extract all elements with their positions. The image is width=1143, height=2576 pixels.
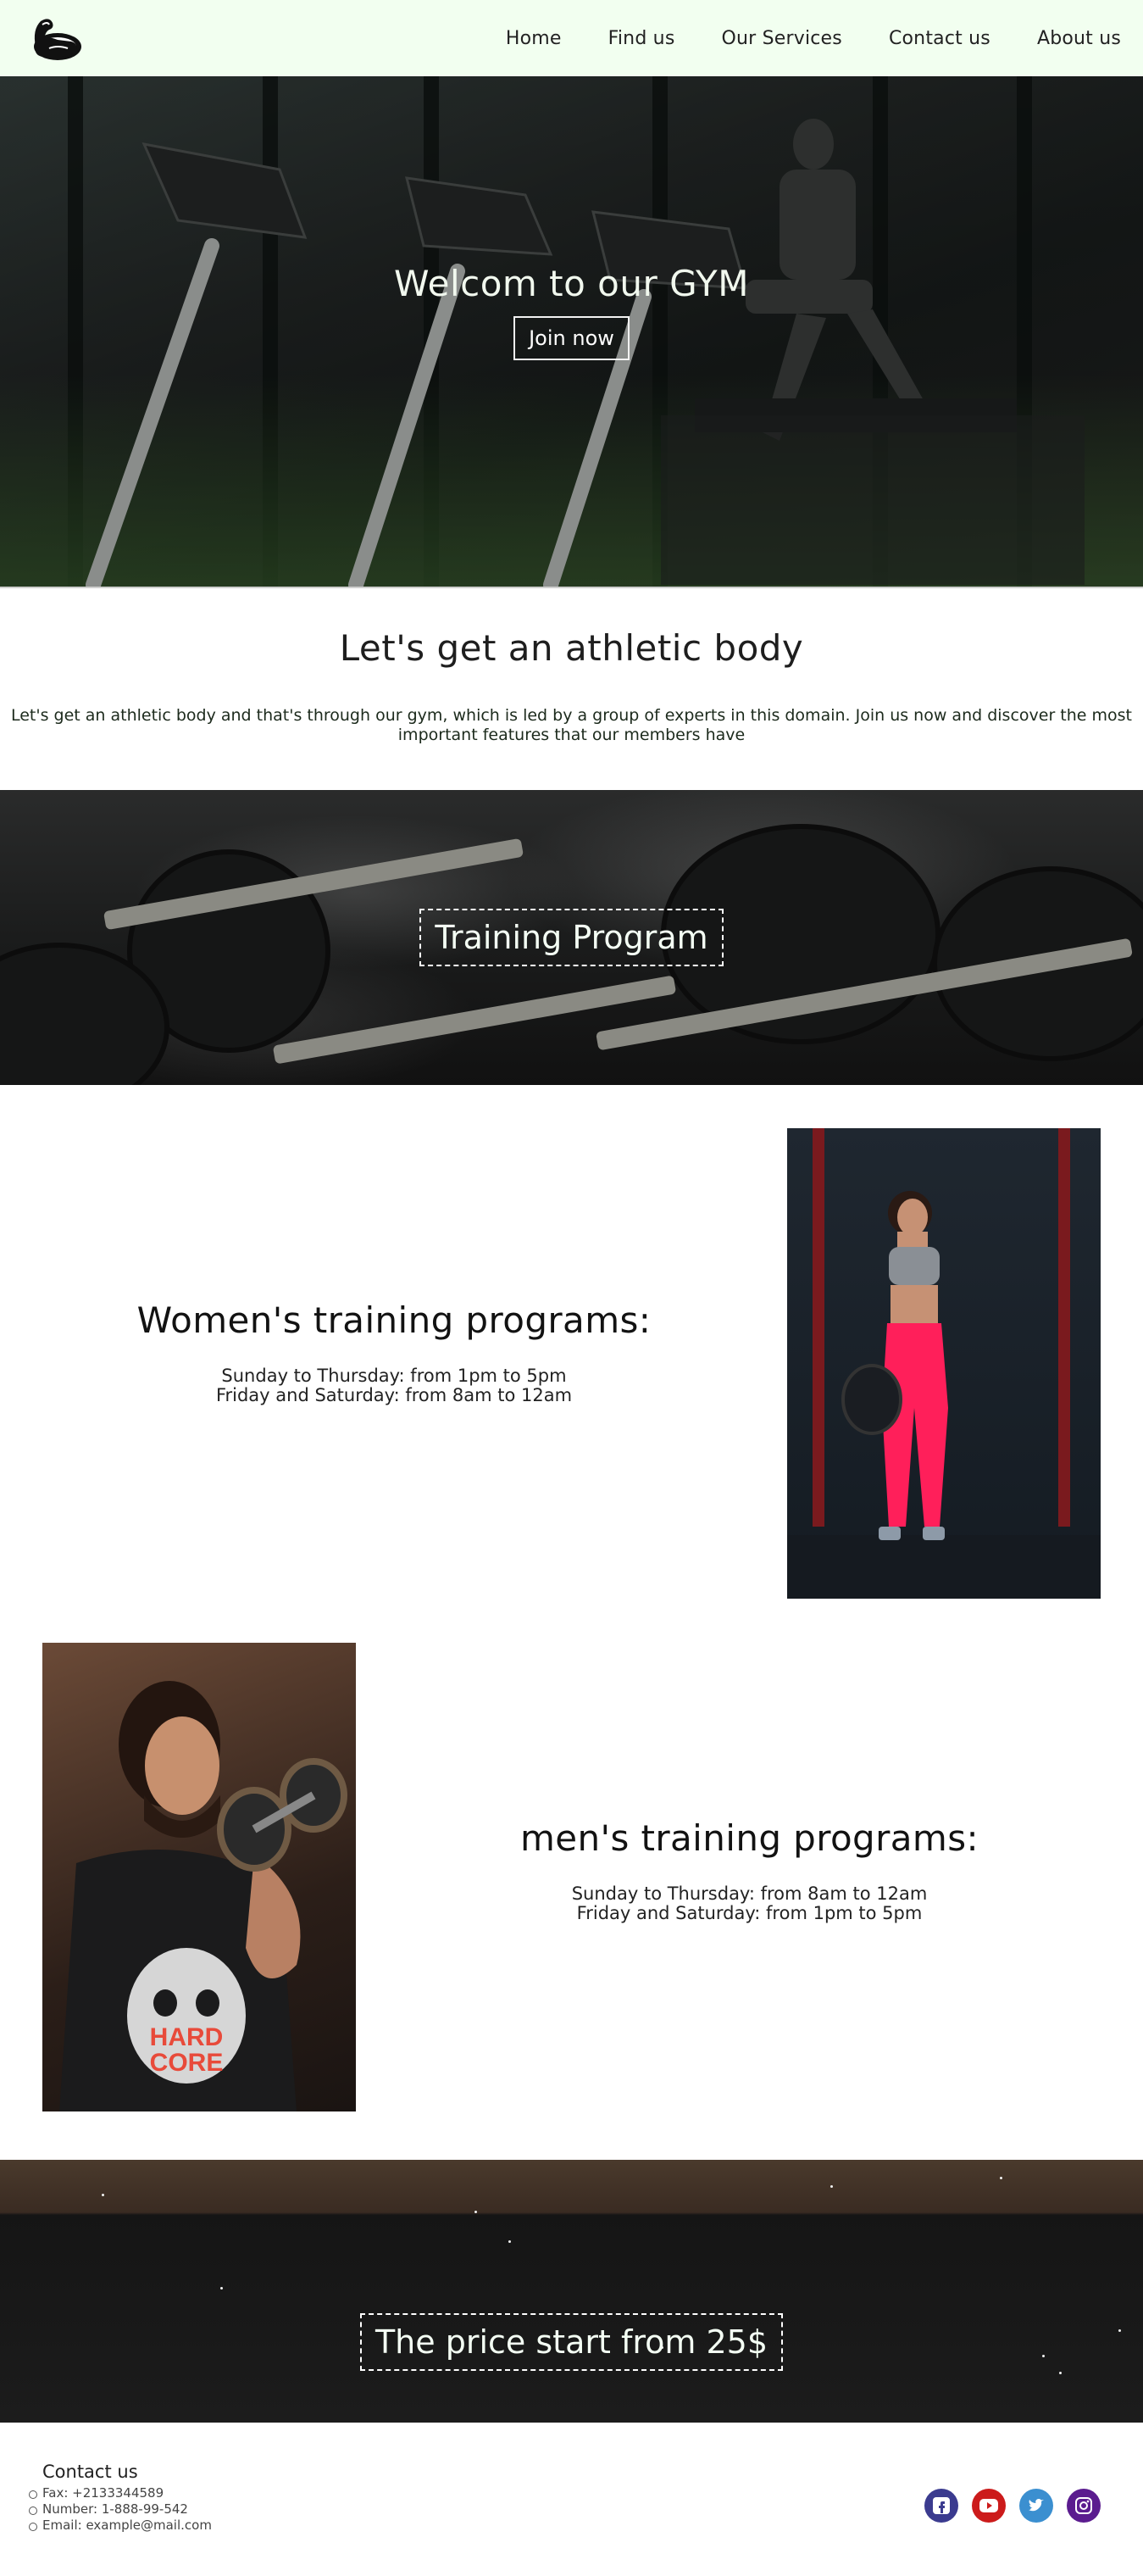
hero-section: Welcom to our GYM Join now <box>0 76 1143 587</box>
women-program-hours: Sunday to Thursday: from 1pm to 5pm Frid… <box>97 1366 691 1405</box>
women-program-title: Women's training programs: <box>136 1299 652 1341</box>
contact-email[interactable]: Email: example@mail.com <box>29 2518 212 2534</box>
nav-our-services[interactable]: Our Services <box>721 28 841 49</box>
women-program-section: Women's training programs: Sunday to Thu… <box>0 1085 1143 1599</box>
sparkle <box>830 2185 833 2188</box>
footer: Contact us Fax: +2133344589 Number: 1-88… <box>0 2423 1143 2576</box>
shirt-text-hard: HARD <box>150 2023 224 2051</box>
instagram-icon[interactable] <box>1067 2489 1101 2523</box>
athletic-section: Let's get an athletic body Let's get an … <box>0 588 1143 790</box>
nav-find-us[interactable]: Find us <box>608 28 675 49</box>
woman-weights-photo <box>787 1128 1101 1599</box>
contact-list: Fax: +2133344589 Number: 1-888-99-542 Em… <box>29 2485 212 2534</box>
men-program-text: men's training programs: Sunday to Thurs… <box>455 1817 1044 1923</box>
sparkle <box>102 2194 104 2196</box>
sparkle <box>1042 2355 1045 2357</box>
navbar: Home Find us Our Services Contact us Abo… <box>0 0 1143 76</box>
women-hours-weekdays: Sunday to Thursday: from 1pm to 5pm <box>221 1366 567 1386</box>
social-links <box>924 2489 1101 2523</box>
training-program-label[interactable]: Training Program <box>419 909 724 966</box>
contact-block: Contact us Fax: +2133344589 Number: 1-88… <box>29 2462 212 2534</box>
gym-logo[interactable] <box>24 10 85 66</box>
twitter-icon[interactable] <box>1019 2489 1053 2523</box>
sparkle <box>1059 2372 1062 2374</box>
youtube-icon[interactable] <box>972 2489 1006 2523</box>
facebook-icon[interactable] <box>924 2489 958 2523</box>
women-hours-weekend: Friday and Saturday: from 8am to 12am <box>215 1385 573 1405</box>
men-program-section: HARD CORE men's training programs: Sunda… <box>0 1599 1143 2160</box>
athletic-text: Let's get an athletic body and that's th… <box>10 706 1133 744</box>
sparkle <box>220 2287 223 2289</box>
men-hours-weekend: Friday and Saturday: from 1pm to 5pm <box>576 1903 923 1923</box>
women-program-text: Women's training programs: Sunday to Thu… <box>97 1299 691 1405</box>
sparkle <box>1118 2329 1121 2332</box>
training-program-banner: Training Program <box>0 790 1143 1085</box>
sparkle <box>508 2240 511 2243</box>
price-banner: The price start from 25$ <box>0 2160 1143 2423</box>
man-dumbbell-photo: HARD CORE <box>42 1643 356 2111</box>
nav-about-us[interactable]: About us <box>1037 28 1121 49</box>
hero-title: Welcom to our GYM <box>394 263 749 304</box>
join-now-button[interactable]: Join now <box>513 316 630 360</box>
price-label[interactable]: The price start from 25$ <box>359 2313 784 2371</box>
men-program-hours: Sunday to Thursday: from 8am to 12am Fri… <box>455 1884 1044 1923</box>
athletic-heading: Let's get an athletic body <box>339 627 804 669</box>
contact-title: Contact us <box>42 2462 138 2482</box>
men-hours-weekdays: Sunday to Thursday: from 8am to 12am <box>571 1883 928 1904</box>
man-figure: HARD CORE <box>59 1681 347 2111</box>
men-program-title: men's training programs: <box>519 1817 979 1859</box>
sparkle <box>474 2211 477 2213</box>
woman-figure <box>787 1128 1101 1599</box>
contact-number: Number: 1-888-99-542 <box>29 2501 212 2518</box>
sparkle <box>1000 2177 1002 2179</box>
flexed-arm-icon <box>34 19 81 60</box>
nav-contact-us[interactable]: Contact us <box>889 28 990 49</box>
contact-fax: Fax: +2133344589 <box>29 2485 212 2501</box>
dumbbell-bar <box>272 975 677 1065</box>
nav-home[interactable]: Home <box>506 28 562 49</box>
shirt-text-core: CORE <box>150 2049 224 2077</box>
